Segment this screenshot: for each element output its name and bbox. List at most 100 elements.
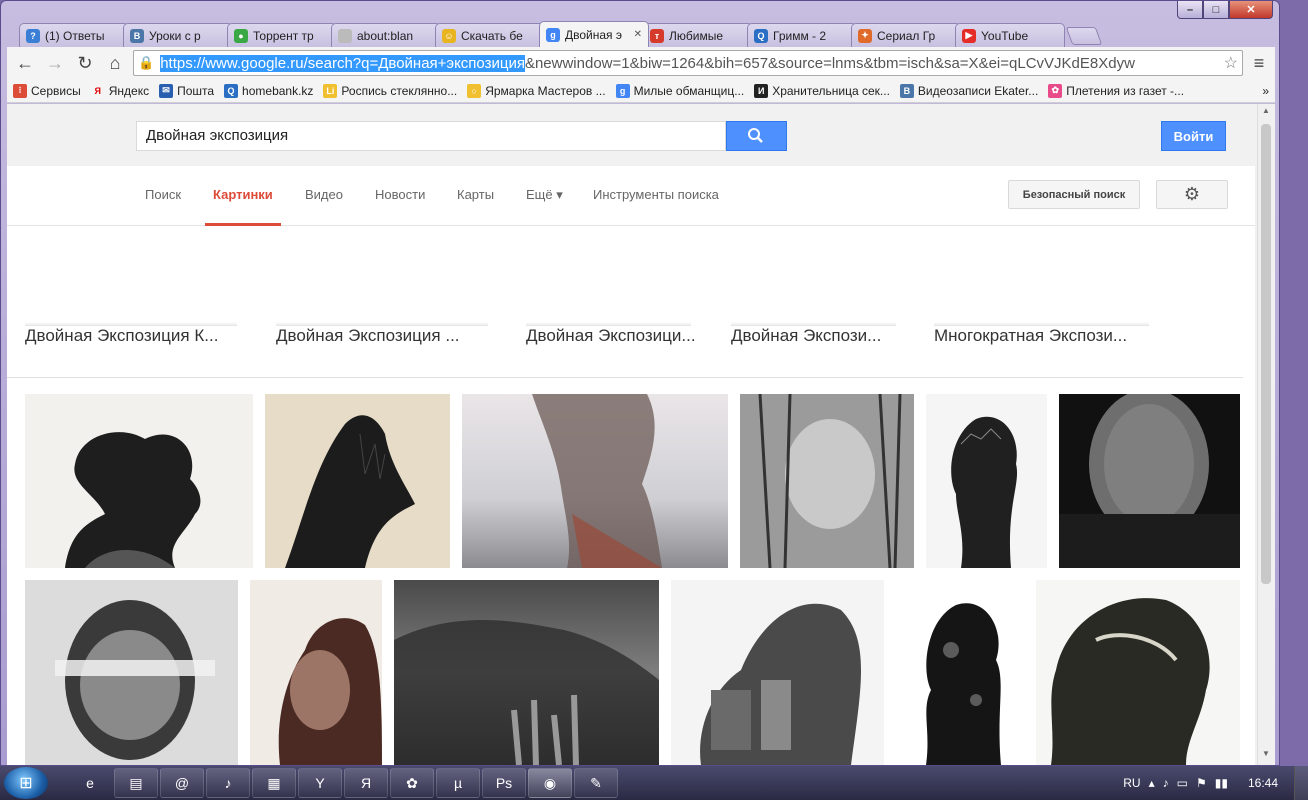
tray-icon[interactable]: ♪	[1163, 776, 1169, 790]
ring-icon: ○	[467, 83, 482, 98]
related-search-link[interactable]: Двойная Экспозици...	[526, 326, 696, 346]
bookmark-label: Яндекс	[108, 83, 150, 98]
tab-title: Любимые	[669, 28, 723, 43]
related-search-link[interactable]: Двойная Экспозиция К...	[25, 326, 218, 346]
close-tab-icon[interactable]: ✕	[634, 29, 642, 40]
bookmark-item[interactable]: ○ Ярмарка Мастеров ...	[467, 83, 606, 98]
forward-button[interactable]: →	[43, 51, 67, 75]
tab-title: Гримм - 2	[773, 28, 827, 43]
close-button[interactable]: ✕	[1229, 1, 1273, 19]
scroll-down-arrow[interactable]: ▼	[1258, 749, 1274, 763]
browser-tab[interactable]: ☺ Скачать бе	[435, 23, 545, 47]
browser-tab[interactable]: ● Торрент тр	[227, 23, 337, 47]
address-bar[interactable]: 🔒 https://www.google.ru/search?q=Двойная…	[133, 50, 1243, 76]
browser-tab[interactable]: about:blan	[331, 23, 441, 47]
image-thumbnail[interactable]	[1036, 580, 1240, 765]
bookmark-item[interactable]: ⁝ Сервисы	[13, 83, 81, 98]
scroll-up-arrow[interactable]: ▲	[1258, 106, 1274, 120]
tab-title: Торрент тр	[253, 28, 314, 43]
scroll-thumb[interactable]	[1261, 124, 1271, 584]
tray-icon[interactable]: ▭	[1177, 776, 1188, 790]
language-indicator[interactable]: RU	[1123, 776, 1140, 790]
new-tab-button[interactable]	[1065, 27, 1103, 45]
browser-tab[interactable]: g Двойная э ✕	[539, 21, 649, 47]
taskbar-app[interactable]: ▤	[114, 768, 158, 798]
tray-icon[interactable]: ⚑	[1196, 776, 1207, 790]
image-thumbnail[interactable]	[25, 394, 253, 568]
search-button[interactable]	[726, 121, 787, 151]
image-thumbnail[interactable]	[265, 394, 450, 568]
browser-tab[interactable]: ✦ Сериал Гр	[851, 23, 961, 47]
chrome-menu-icon[interactable]: ≡	[1249, 53, 1269, 74]
nav-tab[interactable]: Картинки	[205, 166, 281, 226]
browser-tab[interactable]: т Любимые	[643, 23, 753, 47]
bookmark-item[interactable]: g Милые обманщиц...	[615, 83, 745, 98]
show-desktop-button[interactable]	[1294, 766, 1308, 800]
taskbar-app[interactable]: ▦	[252, 768, 296, 798]
taskbar-app[interactable]: ✎	[574, 768, 618, 798]
image-thumbnail[interactable]	[250, 580, 382, 765]
image-thumbnail[interactable]	[394, 580, 659, 765]
bookmarks-more-button[interactable]: »	[1262, 84, 1269, 98]
browser-tab[interactable]: Q Гримм - 2	[747, 23, 857, 47]
browser-tab[interactable]: ? (1) Ответы	[19, 23, 129, 47]
search-site-icon: Q	[754, 28, 768, 43]
taskbar-app[interactable]: e	[68, 768, 112, 798]
related-search-link[interactable]: Двойная Экспози...	[731, 326, 881, 346]
nav-tab[interactable]: Видео	[305, 166, 343, 226]
bookmark-label: Милые обманщиц...	[633, 83, 745, 98]
bookmark-item[interactable]: Li Роспись стеклянно...	[323, 83, 457, 98]
nav-tab[interactable]: Инструменты поиска	[593, 166, 719, 226]
taskbar-app[interactable]: ◉	[528, 768, 572, 798]
image-thumbnail[interactable]	[926, 394, 1047, 568]
related-search-link[interactable]: Многократная Экспози...	[934, 326, 1127, 346]
bookmark-item[interactable]: ✉ Пошта	[159, 83, 214, 98]
toolbar: ← → ↻ ⌂ 🔒 https://www.google.ru/search?q…	[7, 47, 1275, 79]
page-scrollbar[interactable]: ▲ ▼	[1257, 104, 1273, 765]
maximize-button[interactable]: □	[1203, 1, 1229, 19]
bookmark-item[interactable]: Я Яндекс	[90, 83, 150, 98]
nav-tab[interactable]: Поиск	[145, 166, 181, 226]
taskbar-app[interactable]: µ	[436, 768, 480, 798]
image-thumbnail[interactable]	[462, 394, 728, 568]
back-button[interactable]: ←	[13, 51, 37, 75]
taskbar-app[interactable]: Ps	[482, 768, 526, 798]
browser-tab[interactable]: ▶ YouTube	[955, 23, 1065, 47]
bookmark-item[interactable]: И Хранительница сек...	[754, 83, 890, 98]
start-button[interactable]: ⊞	[4, 767, 48, 799]
search-nav: Поиск Картинки Видео Новости Карты Ещё ▾ Инстр…	[7, 166, 1255, 226]
image-thumbnail[interactable]	[896, 580, 1024, 765]
tray-icon[interactable]: ▴	[1149, 776, 1155, 790]
taskbar-app[interactable]: @	[160, 768, 204, 798]
search-input[interactable]: Двойная экспозиция	[136, 121, 726, 151]
nav-tab[interactable]: Ещё ▾	[526, 166, 563, 226]
settings-button[interactable]: ⚙	[1156, 180, 1228, 209]
tab-title: Скачать бе	[461, 28, 523, 43]
bookmark-star-icon[interactable]: ☆	[1219, 53, 1238, 73]
safe-search-button[interactable]: Безопасный поиск	[1008, 180, 1140, 209]
tray-icon[interactable]: ▮▮	[1215, 776, 1228, 790]
image-thumbnail[interactable]	[1059, 394, 1240, 568]
image-thumbnail[interactable]	[740, 394, 914, 568]
bookmark-item[interactable]: ✿ Плетения из газет -...	[1048, 83, 1184, 98]
image-thumbnail[interactable]	[25, 580, 238, 765]
browser-tab[interactable]: В Уроки с р	[123, 23, 233, 47]
bookmark-item[interactable]: В Видеозаписи Ekater...	[899, 83, 1038, 98]
image-thumbnail[interactable]	[671, 580, 884, 765]
taskbar-app[interactable]: Я	[344, 768, 388, 798]
related-search-link[interactable]: Двойная Экспозиция ...	[276, 326, 460, 346]
bookmark-item[interactable]: Qhomebank.kz	[224, 83, 313, 98]
home-button[interactable]: ⌂	[103, 51, 127, 75]
taskbar-app[interactable]: ✿	[390, 768, 434, 798]
taskbar-app[interactable]: Y	[298, 768, 342, 798]
taskbar-app[interactable]: ♪	[206, 768, 250, 798]
clock[interactable]: 16:44	[1248, 776, 1278, 790]
smiley-icon: ☺	[442, 28, 456, 43]
nav-tab[interactable]: Новости	[375, 166, 425, 226]
reload-button[interactable]: ↻	[73, 51, 97, 75]
minimize-button[interactable]: –	[1177, 1, 1203, 19]
divider	[7, 377, 1243, 378]
login-button[interactable]: Войти	[1161, 121, 1226, 151]
media-icon: ♪	[224, 775, 232, 791]
nav-tab[interactable]: Карты	[457, 166, 494, 226]
